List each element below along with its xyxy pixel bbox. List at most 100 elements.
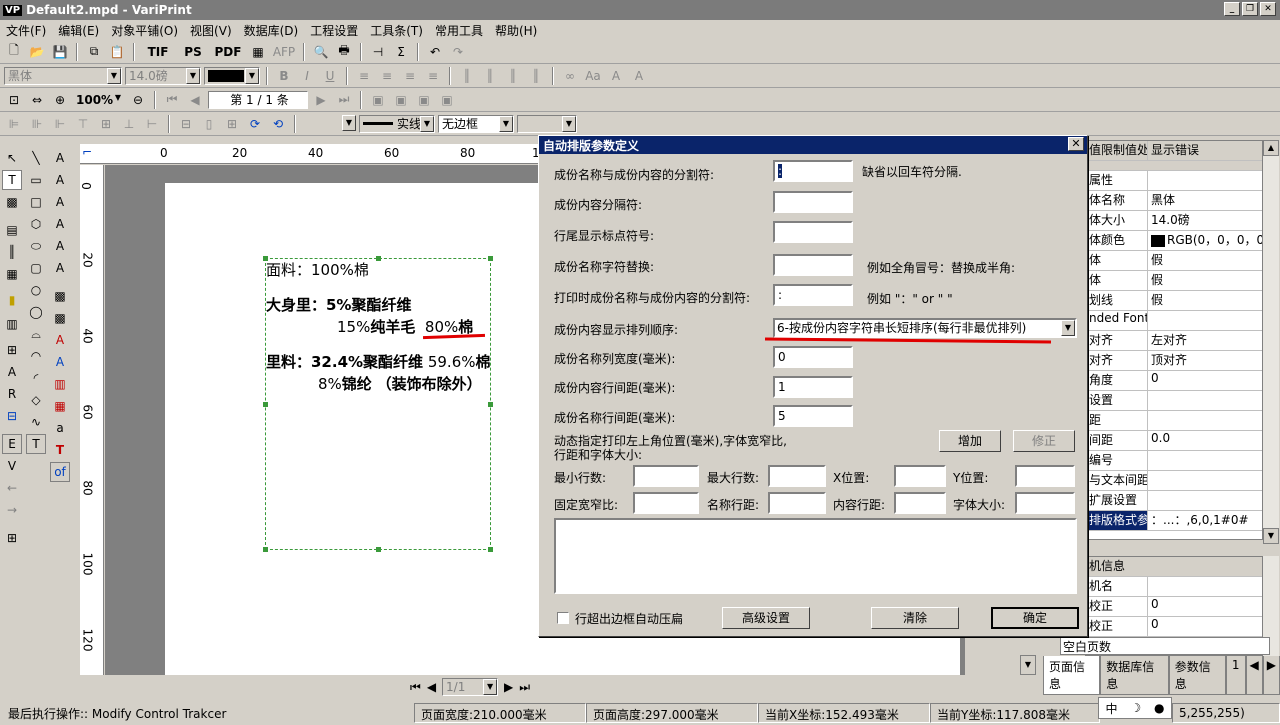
menu-project-settings[interactable]: 工程设置 [304,22,364,39]
barcode-icon[interactable]: ║ [457,67,477,85]
wave-tool-icon[interactable]: ∿ [26,412,46,432]
menu-database[interactable]: 数据库(D) [238,22,305,39]
prev-page-icon[interactable]: ◀ [427,680,436,694]
align-obj-right-icon[interactable]: ⊩ [50,115,70,133]
pointer-icon[interactable]: ↖ [2,148,22,168]
content-gap-input[interactable] [894,492,946,514]
matrix-tool-icon[interactable]: ▥ [2,314,22,334]
menu-view[interactable]: 视图(V) [184,22,238,39]
print-icon[interactable]: 🖶 [334,43,354,61]
property-row[interactable]: 距 [1086,411,1262,431]
property-row[interactable]: 扩展设置 [1086,491,1262,511]
sep-name-content-input[interactable]: : [773,160,853,182]
barcode2-icon[interactable]: ║ [480,67,500,85]
dialog-close-button[interactable]: ✕ [1068,137,1084,151]
zoom-out-icon[interactable]: ⊖ [128,91,148,109]
property-row[interactable]: 属性 [1086,171,1262,191]
fixed-ratio-input[interactable] [633,492,699,514]
layout-tool-icon[interactable]: ⊞ [2,528,22,548]
menu-common-tools[interactable]: 常用工具 [429,22,489,39]
property-row[interactable]: 间距 0.0 [1086,431,1262,451]
barcode-tool-icon[interactable]: ║ [2,242,22,262]
red-t-icon[interactable]: T [50,440,70,460]
name-char-replace-input[interactable] [773,254,853,276]
align-obj-bottom-icon[interactable]: ⊥ [119,115,139,133]
tab-more[interactable]: 1 [1225,656,1246,695]
page-select[interactable]: 1/1 ▼ [442,678,499,696]
stripe-tool-icon[interactable]: ▥ [50,374,70,394]
line-color-select[interactable]: ▼ [342,114,356,133]
diamond-tool-icon[interactable]: ◇ [26,390,46,410]
rounded-rect-tool-icon[interactable]: ▢ [26,258,46,278]
name-col-width-input[interactable]: 0 [773,346,853,368]
undo-icon[interactable]: ↶ [425,43,445,61]
align-obj-top-icon[interactable]: ⊤ [73,115,93,133]
layer3-icon[interactable]: ▣ [414,91,434,109]
link-icon[interactable]: ∞ [560,67,580,85]
small-a-icon[interactable]: a [50,418,70,438]
rotate-icon[interactable]: ⟳ [245,115,265,133]
machine-row[interactable]: 机名 [1086,577,1262,597]
polygon-tool-icon[interactable]: ⬡ [26,214,46,234]
tab-parameter-info[interactable]: 参数信息 [1168,656,1226,695]
y-pos-input[interactable] [1015,465,1075,487]
text-a4-icon[interactable]: A [50,214,70,234]
order-select[interactable]: 6-按成份内容字符串长短排序(每行非最优排列) ▼ [773,318,1077,338]
spell-icon[interactable]: Aa [583,67,603,85]
advanced-settings-button[interactable]: 高级设置 [722,607,810,629]
property-row[interactable]: 划线假 [1086,291,1262,311]
layer2-icon[interactable]: ▣ [391,91,411,109]
square-tool-icon[interactable]: □ [26,192,46,212]
menu-edit[interactable]: 编辑(E) [52,22,105,39]
property-row[interactable]: 对齐 左对齐 [1086,331,1262,351]
property-row[interactable]: 体大小 14.0磅 [1086,211,1262,231]
circle-tool-icon[interactable]: ○ [26,280,46,300]
variable-a-icon[interactable]: A [2,362,22,382]
tab-scroll-left-icon[interactable]: ◀ [1245,656,1263,695]
new-file-icon[interactable]: 🗋 [4,43,24,61]
max-rows-input[interactable] [768,465,826,487]
text-style2-icon[interactable]: A [629,67,649,85]
close-button[interactable]: ✕ [1260,2,1276,16]
restore-button[interactable]: ❐ [1242,2,1258,16]
property-row-selected[interactable]: 排版格式参 ：...：,6,0,1#0# [1086,511,1262,531]
text-a2-icon[interactable]: A [50,170,70,190]
print-preview-icon[interactable]: 🔍 [311,43,331,61]
bold-icon[interactable]: B [274,67,294,85]
ime-moon-icon[interactable]: ☽ [1130,701,1141,715]
font-size-input[interactable] [1015,492,1075,514]
tab-page-info[interactable]: 页面信息 [1043,656,1101,695]
ok-button[interactable]: 确定 [991,607,1079,629]
auto-compress-checkbox[interactable] [557,612,569,624]
align-center-icon[interactable]: ≡ [377,67,397,85]
menu-file[interactable]: 文件(F) [0,22,52,39]
afp-export-button[interactable]: AFP [271,43,297,61]
property-row[interactable]: nded Font St [1086,311,1262,331]
arrow-right-icon[interactable]: → [2,500,22,520]
grid-tool-icon[interactable]: ⊞ [2,340,22,360]
zoom-in-icon[interactable]: ⊕ [50,91,70,109]
clear-button[interactable]: 清除 [871,607,959,629]
rotate-back-icon[interactable]: ⟲ [268,115,288,133]
property-row[interactable]: 编号 [1086,451,1262,471]
ime-indicator[interactable]: 中 ☽ ● [1098,697,1172,719]
export-dropdown-icon[interactable]: ▦ [248,43,268,61]
pdf-export-button[interactable]: PDF [211,43,245,61]
fit-width-icon[interactable]: ⇔ [27,91,47,109]
text-a6-icon[interactable]: A [50,258,70,278]
t-shape-tool-icon[interactable]: T [26,434,46,454]
ungroup-icon[interactable]: ▯ [199,115,219,133]
machine-row[interactable]: 校正 0 [1086,597,1262,617]
add-button[interactable]: 增加 [939,430,1001,452]
layer-icon[interactable]: ▣ [368,91,388,109]
grid-icon[interactable]: ⊞ [222,115,242,133]
property-row[interactable]: 对齐 顶对齐 [1086,351,1262,371]
property-row[interactable]: 体假 [1086,251,1262,271]
minimize-button[interactable]: _ [1224,2,1240,16]
property-scrollbar[interactable]: ▲ ▼ [1263,140,1279,544]
text-a-icon[interactable]: A [50,148,70,168]
next-record-icon[interactable]: ▶ [311,91,331,109]
min-rows-input[interactable] [633,465,699,487]
text-a5-icon[interactable]: A [50,236,70,256]
align-obj-middle-icon[interactable]: ⊞ [96,115,116,133]
